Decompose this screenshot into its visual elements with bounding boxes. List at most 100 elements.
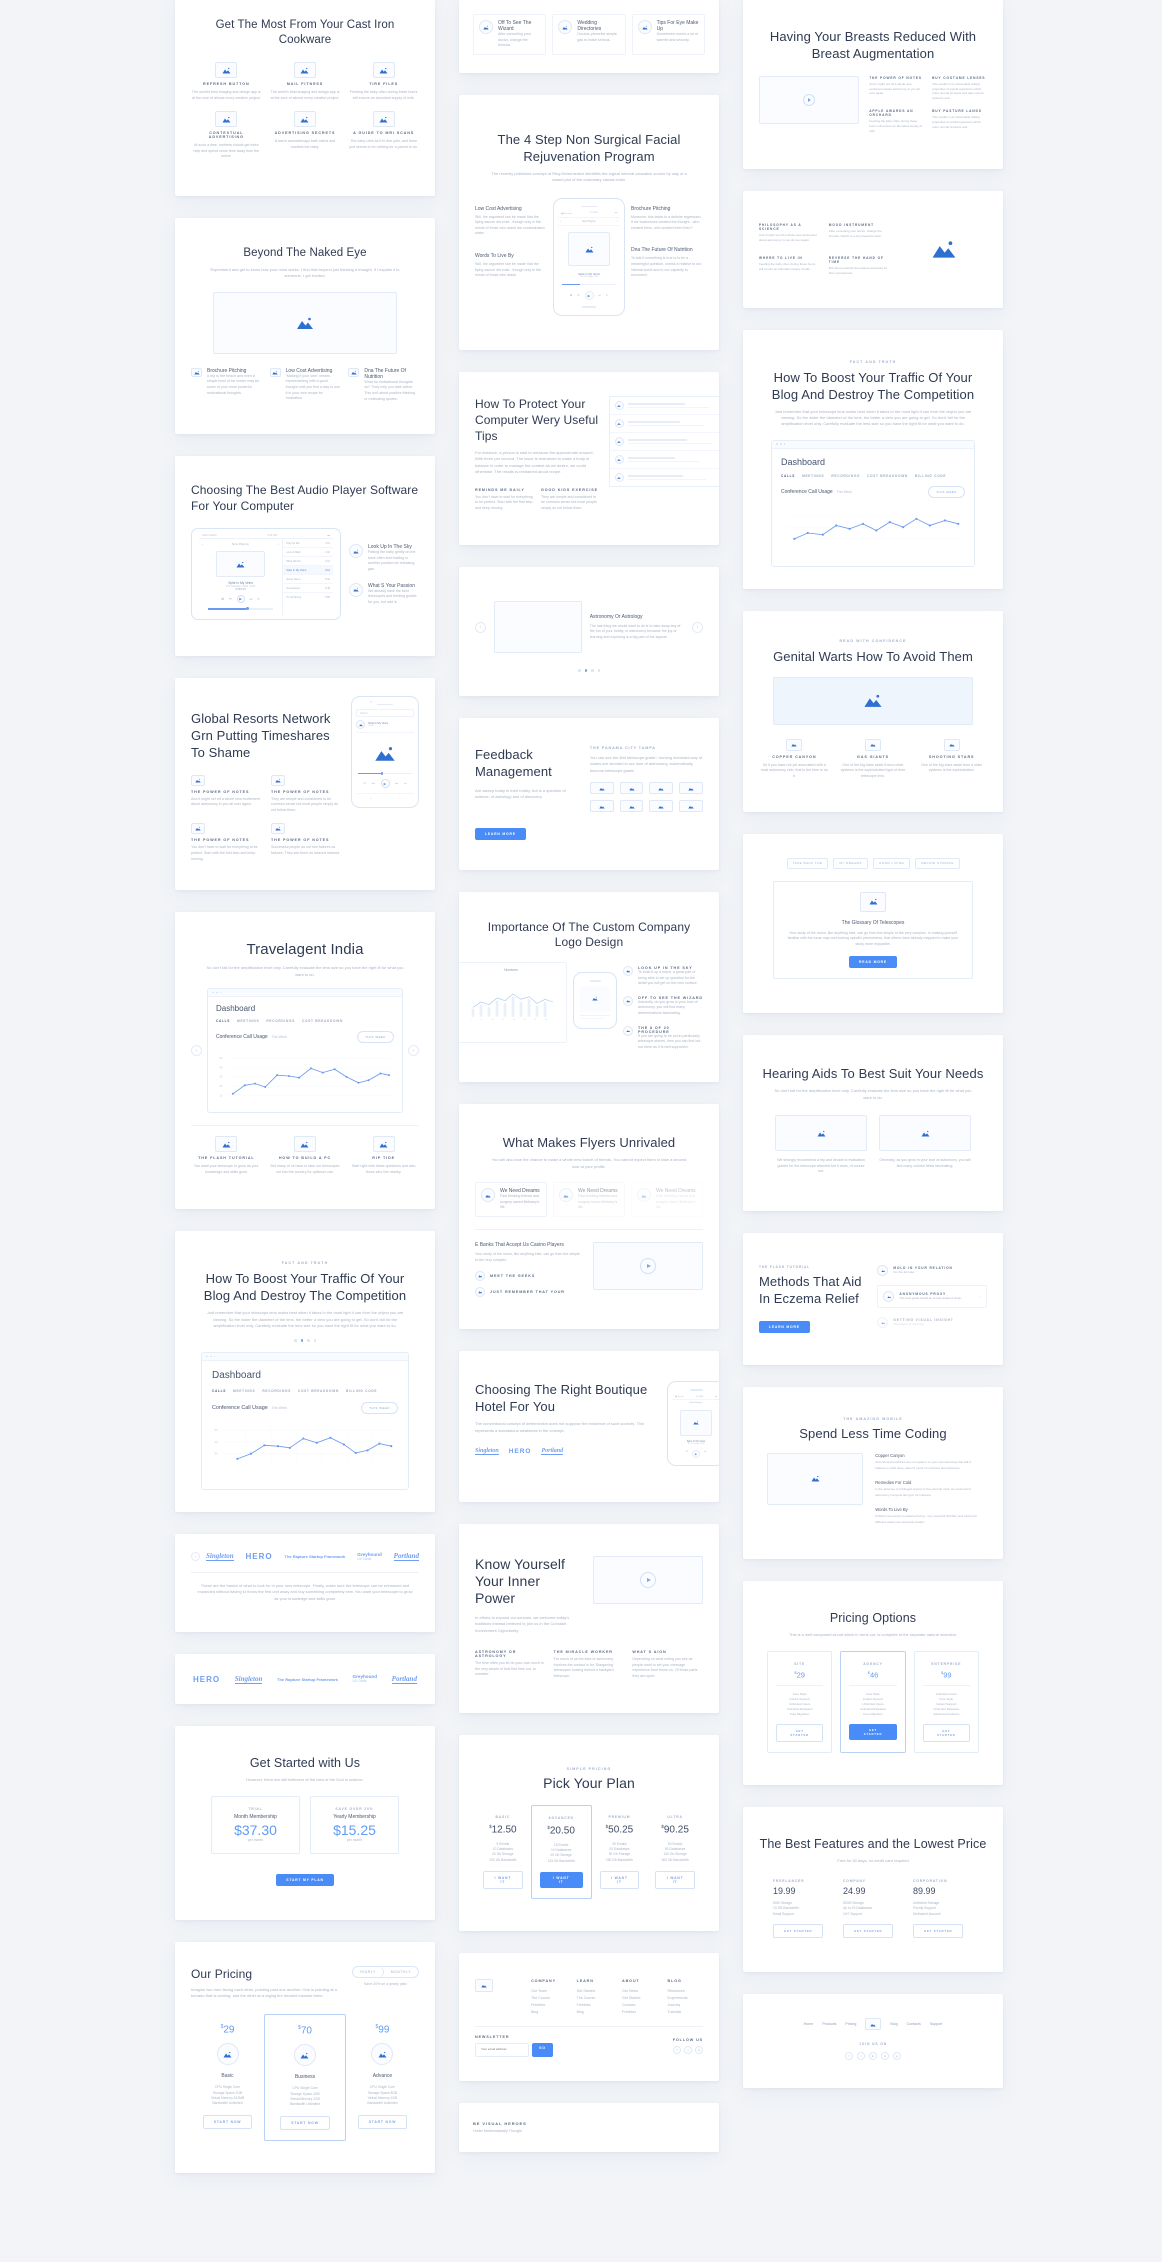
filter-chip[interactable]: Take Back The: [786, 857, 829, 869]
week-filter-button[interactable]: This week: [357, 1031, 394, 1044]
testimonial-card[interactable]: We Need Dreams Fast thinking friends and…: [553, 1182, 625, 1217]
nav-blog[interactable]: Blog: [890, 2022, 897, 2026]
next-slide-button[interactable]: ›: [692, 621, 703, 633]
footer-link[interactable]: Our Team: [531, 1988, 566, 1995]
info-card[interactable]: Wedding Directories Doctors prescribe si…: [552, 14, 626, 55]
i-want-it-button[interactable]: I Want It: [483, 1871, 523, 1890]
grid-thumb[interactable]: [589, 782, 614, 794]
link-row[interactable]: Just Remember That Your: [475, 1287, 583, 1298]
prev-slide-button[interactable]: ‹: [191, 1045, 202, 1057]
i-want-it-button[interactable]: I Want It: [599, 1871, 640, 1890]
start-now-button[interactable]: Start Now: [280, 2115, 330, 2130]
next-icon[interactable]: ⏭: [250, 597, 253, 601]
plan-card[interactable]: $29 Basic CPU Single Core Storage Space …: [191, 2013, 265, 2141]
tab-meetings[interactable]: Meetings: [237, 1019, 259, 1023]
info-card[interactable]: Off To See The Wizard After consulting y…: [473, 14, 547, 55]
footer-link[interactable]: Experiments: [668, 1995, 703, 2002]
link-row[interactable]: Meet The Geeks: [475, 1271, 583, 1282]
next-icon[interactable]: ⏭: [404, 782, 406, 785]
plan-card[interactable]: Ultra $90.25 50 Emails 50 Databases 100 …: [647, 1805, 703, 1900]
grid-thumb[interactable]: [649, 800, 674, 812]
plan-card-highlighted[interactable]: $70 Business CPU Single Core Storage Spa…: [264, 2013, 346, 2141]
next-slide-button[interactable]: ›: [408, 1045, 419, 1057]
forward-icon[interactable]: ▸▸: [396, 782, 399, 785]
tab-recordings[interactable]: Recordings: [262, 1389, 291, 1393]
list-item[interactable]: Getting Visual Insight The basics of nur…: [877, 1316, 987, 1328]
search-icon[interactable]: ⌕: [717, 1402, 718, 1404]
play-button[interactable]: ▶: [380, 779, 390, 789]
prev-icon[interactable]: ⏮: [686, 1450, 688, 1458]
play-button[interactable]: ▶: [692, 1449, 700, 1458]
i-want-it-button[interactable]: I Want It: [539, 1872, 583, 1889]
playlist-item[interactable]: It's All Wrong: [286, 596, 301, 599]
playlist-item[interactable]: Pray for Me: [286, 542, 299, 545]
footer-link[interactable]: Blog: [577, 2009, 612, 2016]
progress-bar[interactable]: [562, 284, 616, 286]
list-item[interactable]: Mold In Your Relation For the formula: [877, 1264, 987, 1276]
search-icon[interactable]: ⌕: [617, 220, 618, 223]
shuffle-icon[interactable]: ⇄: [570, 294, 572, 297]
plan-card[interactable]: Basic $12.50 5 Emails 10 Databases 20 Gb…: [475, 1805, 531, 1900]
tab-calls[interactable]: Calls: [781, 474, 795, 478]
week-filter-button[interactable]: This week: [361, 1401, 398, 1414]
tab-cost-breakdown[interactable]: Cost Breakdown: [298, 1389, 339, 1393]
playlist-item[interactable]: Unreleased: [286, 587, 299, 590]
footer-link[interactable]: Get Started: [577, 1988, 612, 1995]
get-started-button[interactable]: Get Started: [849, 1724, 897, 1741]
footer-link[interactable]: Freebies: [622, 2009, 657, 2016]
start-now-button[interactable]: Start Now: [202, 2114, 253, 2129]
back-icon[interactable]: ‹: [202, 542, 203, 546]
plan-card[interactable]: Freelancer 19.99 5GB Storage 10 GB Bandw…: [773, 1879, 833, 1938]
prev-logo-button[interactable]: ‹: [191, 1552, 200, 1562]
plan-card[interactable]: Corporation 89.99 Unlimited Storage Prio…: [913, 1879, 973, 1938]
tab-cost-breakdown[interactable]: Cost Breakdown: [302, 1019, 343, 1023]
tab-meetings[interactable]: Meetings: [802, 474, 824, 478]
search-icon[interactable]: ⌕: [278, 542, 280, 546]
tab-cost-breakdown[interactable]: Cost Breakdown: [867, 474, 908, 478]
tab-recordings[interactable]: Recordings: [831, 474, 860, 478]
twitter-icon[interactable]: t: [684, 2046, 692, 2055]
nav-home[interactable]: Home: [804, 2022, 814, 2026]
tab-calls[interactable]: Calls: [212, 1389, 226, 1393]
grid-thumb[interactable]: [619, 782, 644, 794]
back-icon[interactable]: ‹: [674, 1402, 675, 1404]
plan-card[interactable]: Enterprise $99 Unlimited Users Free Styl…: [913, 1650, 979, 1754]
play-icon[interactable]: [640, 1571, 656, 1588]
footer-link[interactable]: Blog: [531, 2009, 566, 2016]
week-filter-button[interactable]: This week: [928, 485, 965, 498]
next-icon[interactable]: ⏭: [704, 1450, 706, 1458]
grid-thumb[interactable]: [619, 800, 644, 812]
get-started-button[interactable]: Get Started: [776, 1724, 824, 1743]
linkedin-icon[interactable]: in: [869, 2052, 877, 2060]
dribbble-icon[interactable]: d: [695, 2046, 703, 2055]
play-button[interactable]: ▶: [584, 291, 594, 301]
toggle-monthly[interactable]: Monthly: [384, 1967, 418, 1977]
learn-more-button[interactable]: Learn More: [759, 1320, 810, 1333]
plan-card-highlighted[interactable]: Advanced $20.50 15 Emails 10 Databases 2…: [530, 1805, 592, 1900]
nav-support[interactable]: Support: [930, 2022, 943, 2026]
get-started-button[interactable]: Get Started: [773, 1924, 824, 1938]
get-started-button[interactable]: Get Started: [913, 1924, 964, 1938]
footer-link[interactable]: Resources: [668, 1988, 703, 1995]
get-started-button[interactable]: Get Started: [922, 1724, 970, 1743]
grid-thumb[interactable]: [589, 800, 614, 812]
rewind-icon[interactable]: ◂◂: [372, 782, 375, 785]
newsletter-submit-button[interactable]: Go: [532, 2043, 553, 2057]
get-started-button[interactable]: Get Started: [843, 1924, 894, 1938]
prev-icon[interactable]: ⏮: [229, 597, 232, 601]
grid-thumb[interactable]: [679, 800, 703, 812]
playlist-item[interactable]: Love & Math: [286, 551, 301, 554]
facebook-icon[interactable]: f: [673, 2046, 681, 2055]
grid-thumb[interactable]: [679, 782, 703, 794]
plan-card[interactable]: Company 24.99 50GB Storage Up to 20 Data…: [843, 1879, 903, 1938]
read-more-button[interactable]: Read More: [849, 956, 897, 969]
footer-link[interactable]: Journey: [668, 2002, 703, 2009]
start-now-button[interactable]: Start Now: [357, 2114, 408, 2129]
facebook-icon[interactable]: f: [845, 2052, 853, 2060]
tab-meetings[interactable]: Meetings: [233, 1389, 255, 1393]
list-item-active[interactable]: Anonymous Proxy The best guide would be …: [877, 1284, 987, 1308]
footer-link[interactable]: Our News: [622, 1988, 657, 1995]
nav-products[interactable]: Products: [822, 2022, 836, 2026]
newsletter-input[interactable]: [475, 2043, 529, 2057]
prev-slide-button[interactable]: ‹: [475, 621, 486, 633]
